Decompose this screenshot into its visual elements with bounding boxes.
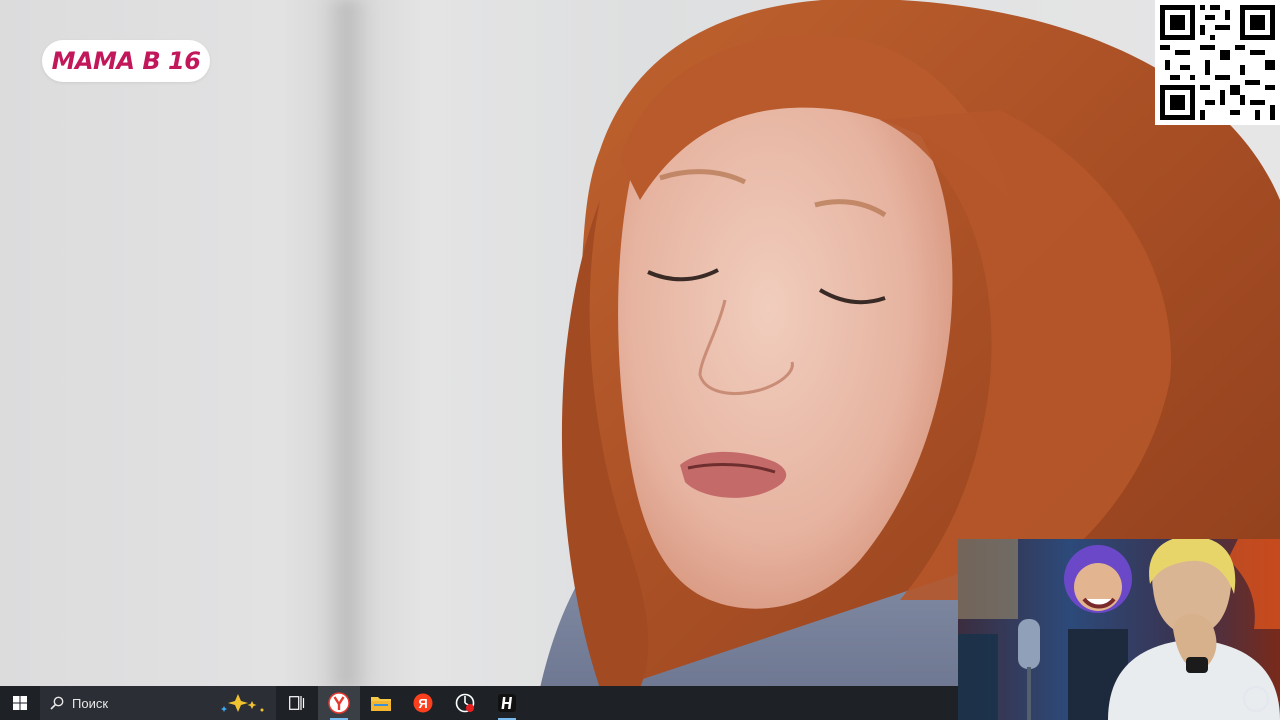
sparkle-icon[interactable] [218,692,268,717]
taskbar-app-yandex[interactable]: Я [402,686,444,720]
show-logo-text: МАМА В 16 [51,47,201,75]
taskbar-search-box[interactable]: Поиск [40,686,276,720]
yandex-browser-icon [328,692,350,714]
qr-code-pattern [1155,0,1280,125]
taskbar-app-file-explorer[interactable] [360,686,402,720]
task-view-icon [289,696,305,710]
h-app-icon [498,694,516,712]
webcam-scene [958,539,1280,720]
start-button[interactable] [0,686,40,720]
record-icon [455,693,475,713]
search-icon [50,696,64,710]
yandex-icon: Я [413,693,433,713]
taskbar-app-h[interactable] [486,686,528,720]
webcam-overlay [958,539,1280,720]
windows-start-icon [13,696,27,710]
taskbar: Поиск Я [0,686,958,720]
task-view-button[interactable] [276,686,318,720]
taskbar-app-obs[interactable] [444,686,486,720]
svg-text:Я: Я [418,696,427,711]
folder-icon [371,697,391,711]
taskbar-app-yandex-browser[interactable] [318,686,360,720]
qr-code[interactable] [1155,0,1280,125]
show-logo: МАМА В 16 [42,40,210,82]
search-label: Поиск [72,695,109,711]
